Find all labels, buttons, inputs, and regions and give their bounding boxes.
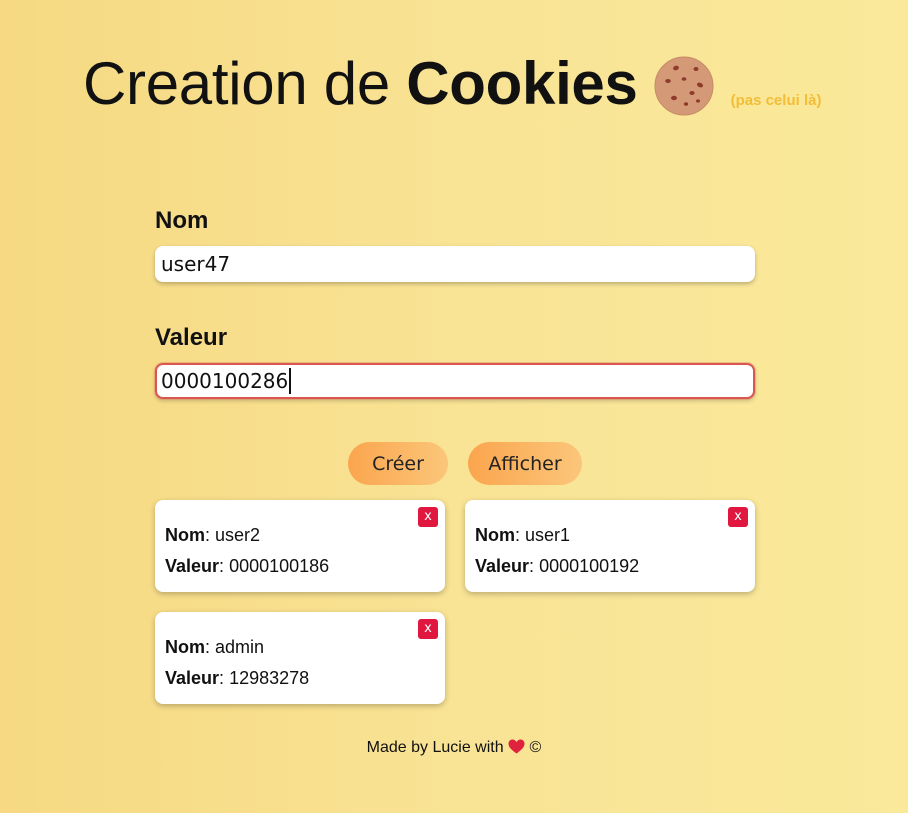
- name-label: Nom: [155, 207, 209, 234]
- footer-text: Made by Lucie with: [366, 739, 509, 756]
- page-header: Creation de Cookies (pas celui là): [83, 48, 821, 120]
- page-title: Creation de Cookies: [83, 48, 638, 120]
- cookie-value-row: Valeur: 0000100186: [165, 556, 330, 576]
- cookie-value-value: 0000100192: [539, 556, 640, 576]
- cookie-name-key: Nom: [165, 637, 205, 657]
- page-title-regular: Creation de: [83, 50, 407, 117]
- delete-cookie-button[interactable]: x: [728, 507, 748, 527]
- cookie-value-key: Valeur: [165, 668, 220, 688]
- cookie-value-row: Valeur: 12983278: [165, 668, 310, 688]
- cookie-value-value: 0000100186: [229, 556, 330, 576]
- cookie-card: x Nom: user1 Valeur: 0000100192: [465, 500, 755, 592]
- value-input[interactable]: 0000100286: [155, 363, 755, 399]
- delete-cookie-button[interactable]: x: [418, 507, 438, 527]
- create-button[interactable]: Créer: [348, 442, 448, 485]
- footer: Made by Lucie with ©: [0, 738, 908, 760]
- name-input[interactable]: user47: [155, 246, 755, 282]
- heart-icon: [508, 739, 525, 760]
- show-button[interactable]: Afficher: [468, 442, 582, 485]
- name-input-value: user47: [161, 252, 231, 276]
- cookie-card: x Nom: admin Valeur: 12983278: [155, 612, 445, 704]
- cookie-name-value: user1: [525, 525, 571, 545]
- delete-cookie-button[interactable]: x: [418, 619, 438, 639]
- page-title-bold: Cookies: [406, 50, 638, 117]
- cookie-value-key: Valeur: [475, 556, 530, 576]
- subtitle-note: (pas celui là): [730, 92, 822, 109]
- action-buttons: Créer Afficher: [348, 442, 582, 485]
- cookie-value-key: Valeur: [165, 556, 220, 576]
- cookie-value-value: 12983278: [229, 668, 310, 688]
- cookie-card: x Nom: user2 Valeur: 0000100186: [155, 500, 445, 592]
- cookie-name-row: Nom: user1: [475, 525, 571, 545]
- cookie-icon: [654, 56, 714, 116]
- cookie-list: x Nom: user2 Valeur: 0000100186 x Nom: u…: [155, 500, 755, 704]
- cookie-name-key: Nom: [475, 525, 515, 545]
- value-label: Valeur: [155, 324, 228, 351]
- cookie-name-key: Nom: [165, 525, 205, 545]
- value-input-value: 0000100286: [161, 369, 289, 393]
- cookie-value-row: Valeur: 0000100192: [475, 556, 640, 576]
- cookie-name-value: admin: [215, 637, 265, 657]
- cookie-name-value: user2: [215, 525, 261, 545]
- copyright-symbol: ©: [529, 739, 542, 756]
- text-caret: [289, 368, 292, 394]
- cookie-name-row: Nom: admin: [165, 637, 265, 657]
- cookie-form: Nom user47 Valeur 0000100286: [155, 205, 755, 399]
- cookie-name-row: Nom: user2: [165, 525, 261, 545]
